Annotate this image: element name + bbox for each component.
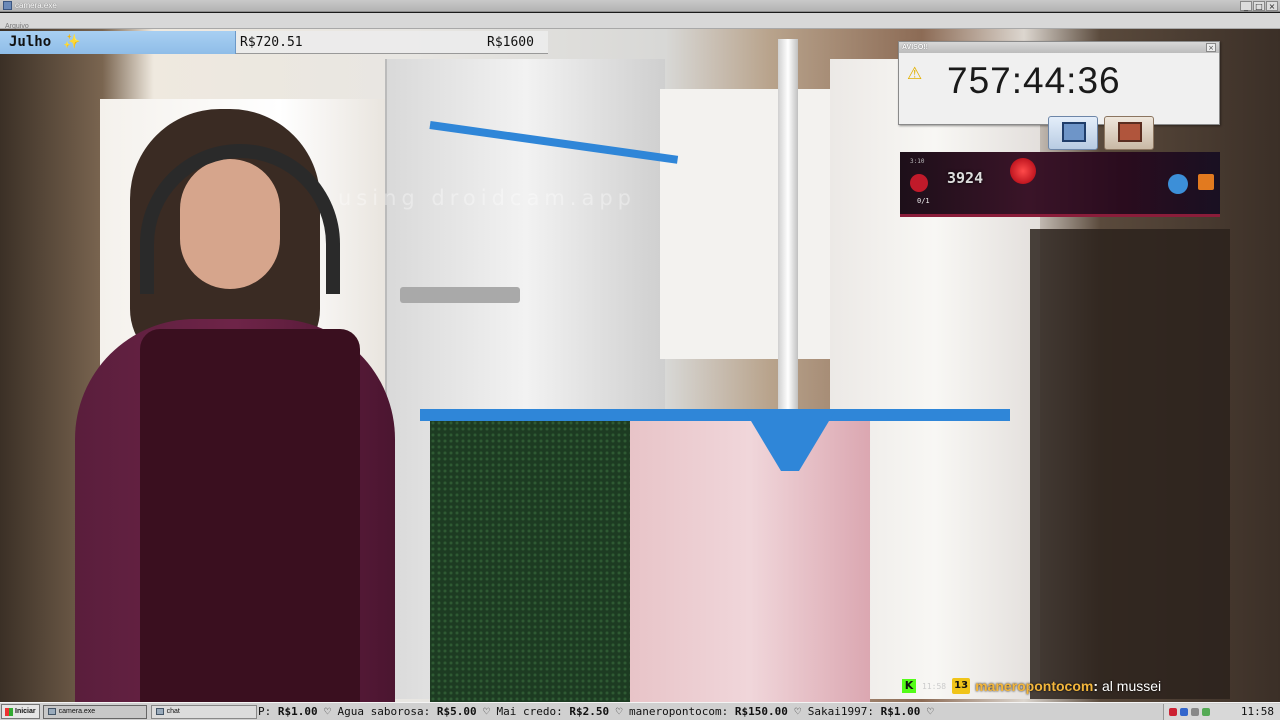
alert-window: AVISO!! × ⚠ 757:44:36	[898, 41, 1220, 125]
program-icon-blue	[1062, 122, 1086, 142]
drying-rack-bar	[420, 409, 1010, 421]
chat-time: 11:58	[922, 681, 947, 691]
system-tray: 11:58	[1163, 704, 1280, 720]
alert-title-bar: AVISO!!	[899, 42, 1219, 53]
ticker-amount: R$2.50	[569, 705, 610, 718]
held-garment	[140, 329, 360, 702]
heart-icon: ♡	[927, 705, 934, 718]
heart-icon: ♡	[615, 705, 623, 718]
ticker-name: maneropontocom:	[628, 705, 729, 718]
window-controls: _ □ ×	[1240, 1, 1278, 11]
refrigerator-handle	[400, 287, 520, 303]
taskbar-clock[interactable]: 11:58	[1241, 704, 1274, 720]
streamer	[45, 89, 405, 702]
window-title-bar: camera.exe _ □ ×	[0, 0, 1280, 12]
chat-message: K 11:58 13 maneropontocom : al mussei	[902, 676, 1161, 696]
kick-icon: K	[902, 679, 916, 693]
start-label: Iniciar	[15, 708, 36, 715]
month-label: Julho	[9, 34, 52, 50]
money-raised: R$720.51	[240, 35, 303, 50]
game-ratio: 0/1	[917, 197, 930, 205]
heart-icon: ♡	[483, 705, 490, 718]
ticker-name: Sakai1997:	[807, 705, 875, 718]
task-label: chat	[166, 708, 180, 715]
enemy-hit-icon	[1010, 158, 1036, 184]
item-icon	[1198, 174, 1214, 190]
taskbar-item-camera[interactable]: camera.exe	[42, 704, 147, 719]
hanging-floral-clothes	[630, 414, 870, 702]
maximize-button[interactable]: □	[1253, 1, 1265, 11]
taskbar: Iniciar camera.exe chat P: R$1.00 ♡ Agua…	[0, 702, 1280, 720]
money-goal: R$1600	[487, 35, 534, 50]
chat-separator: :	[1093, 678, 1098, 694]
ticker-amount: R$5.00	[436, 705, 477, 718]
chat-badge: 13	[952, 678, 971, 694]
ticker-amount: R$1.00	[277, 705, 318, 718]
close-button[interactable]: ×	[1266, 1, 1278, 11]
program-tile-1[interactable]	[1048, 116, 1098, 150]
menu-bar: Arquivo	[0, 13, 1280, 30]
minimize-button[interactable]: _	[1240, 1, 1252, 11]
tray-icons	[1169, 708, 1210, 716]
taskbar-item-chat[interactable]: chat	[150, 704, 257, 719]
ticker-name: Agua saborosa:	[337, 705, 431, 718]
ticker-name: Mai credo:	[496, 705, 563, 718]
start-logo-icon	[5, 707, 13, 716]
window-icon	[155, 708, 164, 715]
warning-icon: ⚠	[907, 64, 923, 84]
alert-title: AVISO!!	[902, 44, 928, 51]
ticker-amount: R$150.00	[734, 705, 788, 718]
game-score: 3924	[947, 169, 984, 187]
shelf	[1030, 229, 1230, 699]
stream-hud: Julho ✨ R$720.51 R$1600	[0, 31, 548, 54]
app-icon	[3, 1, 12, 10]
heart-icon: ♡	[324, 705, 331, 718]
tray-status-icon[interactable]	[1202, 708, 1210, 716]
ticker-amount: R$1.00	[880, 705, 921, 718]
subathon-timer: 757:44:36	[947, 60, 1121, 101]
window-icon	[47, 708, 56, 715]
window-title: camera.exe	[15, 1, 57, 10]
chat-text: al mussei	[1102, 678, 1162, 694]
tray-app-icon[interactable]	[1169, 708, 1177, 716]
alert-close-button[interactable]: ×	[1206, 43, 1216, 52]
game-clock: 3:10	[910, 158, 925, 165]
hanging-white-shirt	[660, 89, 830, 359]
program-tile-2[interactable]	[1104, 116, 1154, 150]
camera-watermark: using droidcam.app	[338, 186, 636, 210]
tray-volume-icon[interactable]	[1191, 708, 1199, 716]
donation-ticker: P: R$1.00 ♡ Agua saborosa: R$5.00 ♡ Mai …	[258, 704, 1163, 720]
chat-username: maneropontocom	[975, 678, 1094, 694]
sparkle-icon: ✨	[63, 34, 81, 50]
ticker-name: P:	[258, 705, 272, 718]
health-orb-icon	[910, 174, 928, 192]
mana-orb-icon	[1168, 174, 1188, 194]
start-button[interactable]: Iniciar	[1, 704, 40, 719]
game-overlay: 3:10 3924 0/1	[900, 152, 1220, 217]
heart-icon: ♡	[794, 705, 802, 718]
program-icon-brown	[1118, 122, 1142, 142]
task-label: camera.exe	[58, 708, 96, 715]
tray-network-icon[interactable]	[1180, 708, 1188, 716]
